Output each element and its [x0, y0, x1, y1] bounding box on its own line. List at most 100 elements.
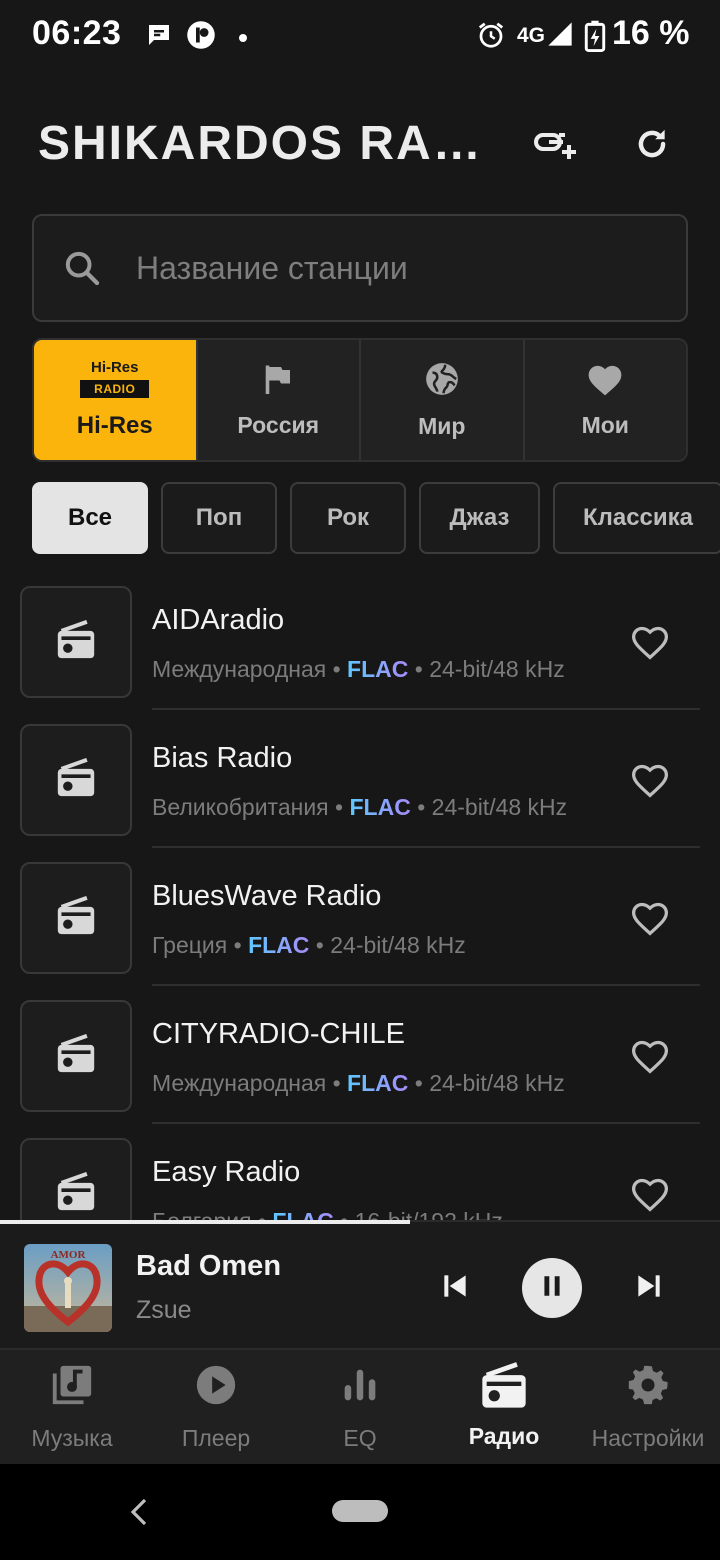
bottom-navigation: Музыка Плеер EQ Радио Настройки	[0, 1348, 720, 1464]
station-thumbnail	[20, 1000, 132, 1112]
globe-icon	[423, 360, 461, 403]
station-thumbnail	[20, 586, 132, 698]
play-circle-icon	[193, 1362, 239, 1413]
station-meta: Великобритания • FLAC • 24-bit/48 kHz	[152, 794, 568, 820]
alarm-icon	[476, 20, 506, 55]
nav-item-eq[interactable]: EQ	[288, 1350, 432, 1464]
flag-icon	[260, 361, 296, 402]
track-artist: Zsue	[136, 1296, 192, 1324]
heart-outline-icon	[628, 764, 672, 804]
radio-icon	[54, 619, 98, 665]
station-item[interactable]: Easy Radio Болгария • FLAC • 16-bit/192 …	[0, 1124, 720, 1220]
heart-icon	[585, 361, 625, 402]
radio-icon	[478, 1362, 530, 1415]
favorite-button[interactable]	[628, 1036, 676, 1080]
next-button[interactable]	[624, 1268, 674, 1308]
station-thumbnail	[20, 862, 132, 974]
codec-badge: FLAC	[347, 1070, 409, 1096]
nav-item-music[interactable]: Музыка	[0, 1350, 144, 1464]
battery-percent: 16 %	[612, 14, 690, 52]
refresh-icon	[633, 125, 671, 168]
refresh-button[interactable]	[624, 118, 680, 174]
source-tab-label: Мои	[581, 412, 629, 438]
station-item[interactable]: CITYRADIO-CHILE Международная • FLAC • 2…	[0, 986, 720, 1124]
back-button[interactable]	[126, 1498, 152, 1531]
skip-next-icon	[633, 1270, 665, 1307]
search-box[interactable]	[32, 214, 688, 322]
source-tab-label: Hi-Res	[76, 412, 153, 439]
heart-outline-icon	[628, 1178, 672, 1218]
station-thumbnail	[20, 724, 132, 836]
genre-chip-rock[interactable]: Рок	[290, 482, 406, 554]
station-item[interactable]: AIDAradio Международная • FLAC • 24-bit/…	[0, 572, 720, 710]
station-item[interactable]: Bias Radio Великобритания • FLAC • 24-bi…	[0, 710, 720, 848]
status-bar: 06:23 4G 16 %	[0, 0, 720, 76]
heart-outline-icon	[628, 626, 672, 666]
source-tab-mine[interactable]: Мои	[524, 340, 686, 460]
station-item[interactable]: BluesWave Radio Греция • FLAC • 24-bit/4…	[0, 848, 720, 986]
previous-button[interactable]	[430, 1268, 480, 1308]
radio-icon	[54, 1171, 98, 1217]
playback-progress[interactable]	[0, 1220, 411, 1224]
chat-notification-icon	[144, 20, 174, 55]
svg-text:AMOR: AMOR	[51, 1249, 87, 1261]
pause-button[interactable]	[522, 1258, 582, 1318]
add-link-button[interactable]	[528, 118, 584, 174]
station-meta: Международная • FLAC • 24-bit/48 kHz	[152, 1070, 565, 1096]
dot-icon	[238, 30, 248, 48]
music-library-icon	[49, 1362, 95, 1413]
source-tab-label: Россия	[237, 412, 320, 438]
hires-logo: Hi-Res RADIO	[80, 360, 150, 398]
station-thumbnail	[20, 1138, 132, 1220]
station-name: AIDAradio	[152, 604, 285, 636]
station-name: CITYRADIO-CHILE	[152, 1018, 405, 1050]
search-icon	[62, 248, 102, 293]
codec-badge: FLAC	[248, 932, 310, 958]
nav-item-radio[interactable]: Радио	[432, 1350, 576, 1464]
source-tab-world[interactable]: Мир	[361, 340, 525, 460]
app-title: SHIKARDOS RADIO	[38, 117, 508, 170]
source-tab-russia[interactable]: Россия	[197, 340, 361, 460]
station-meta: Болгария • FLAC • 16-bit/192 kHz	[152, 1208, 503, 1220]
heart-outline-icon	[628, 1040, 672, 1080]
track-title: Bad Omen	[136, 1250, 282, 1282]
equalizer-icon	[337, 1362, 383, 1413]
favorite-button[interactable]	[628, 760, 676, 804]
pause-icon	[539, 1273, 565, 1304]
settings-icon	[625, 1362, 671, 1413]
radio-icon	[54, 757, 98, 803]
source-tabs: Hi-Res RADIO Hi-Res Россия Мир Мои	[32, 338, 688, 462]
album-cover[interactable]: AMOR	[24, 1244, 112, 1332]
nav-item-player[interactable]: Плеер	[144, 1350, 288, 1464]
favorite-button[interactable]	[628, 898, 676, 942]
system-navigation-bar	[0, 1464, 720, 1560]
favorite-button[interactable]	[628, 1174, 676, 1218]
station-name: BluesWave Radio	[152, 880, 382, 912]
radio-icon	[54, 1033, 98, 1079]
source-tab-hires[interactable]: Hi-Res RADIO Hi-Res	[34, 340, 198, 460]
station-list: AIDAradio Международная • FLAC • 24-bit/…	[0, 572, 720, 1220]
genre-chip-jazz[interactable]: Джаз	[419, 482, 540, 554]
genre-chip-pop[interactable]: Поп	[161, 482, 277, 554]
station-name: Bias Radio	[152, 742, 293, 774]
battery-icon	[584, 20, 606, 57]
link-plus-icon	[533, 127, 579, 166]
signal-icon	[546, 20, 574, 53]
station-name: Easy Radio	[152, 1156, 301, 1188]
codec-badge: FLAC	[347, 656, 409, 682]
app-notification-icon	[186, 20, 216, 55]
station-meta: Международная • FLAC • 24-bit/48 kHz	[152, 656, 565, 682]
source-tab-label: Мир	[418, 413, 466, 439]
favorite-button[interactable]	[628, 622, 676, 666]
network-type: 4G	[517, 24, 546, 47]
home-pill[interactable]	[332, 1500, 388, 1522]
genre-chip-all[interactable]: Все	[32, 482, 148, 554]
genre-chip-classical[interactable]: Классика	[553, 482, 720, 554]
heart-outline-icon	[628, 902, 672, 942]
radio-icon	[54, 895, 98, 941]
search-input[interactable]	[136, 240, 656, 296]
nav-item-settings[interactable]: Настройки	[576, 1350, 720, 1464]
status-time: 06:23	[32, 14, 122, 52]
now-playing-bar[interactable]: AMOR Bad Omen Zsue	[0, 1220, 720, 1348]
codec-badge: FLAC	[349, 794, 411, 820]
